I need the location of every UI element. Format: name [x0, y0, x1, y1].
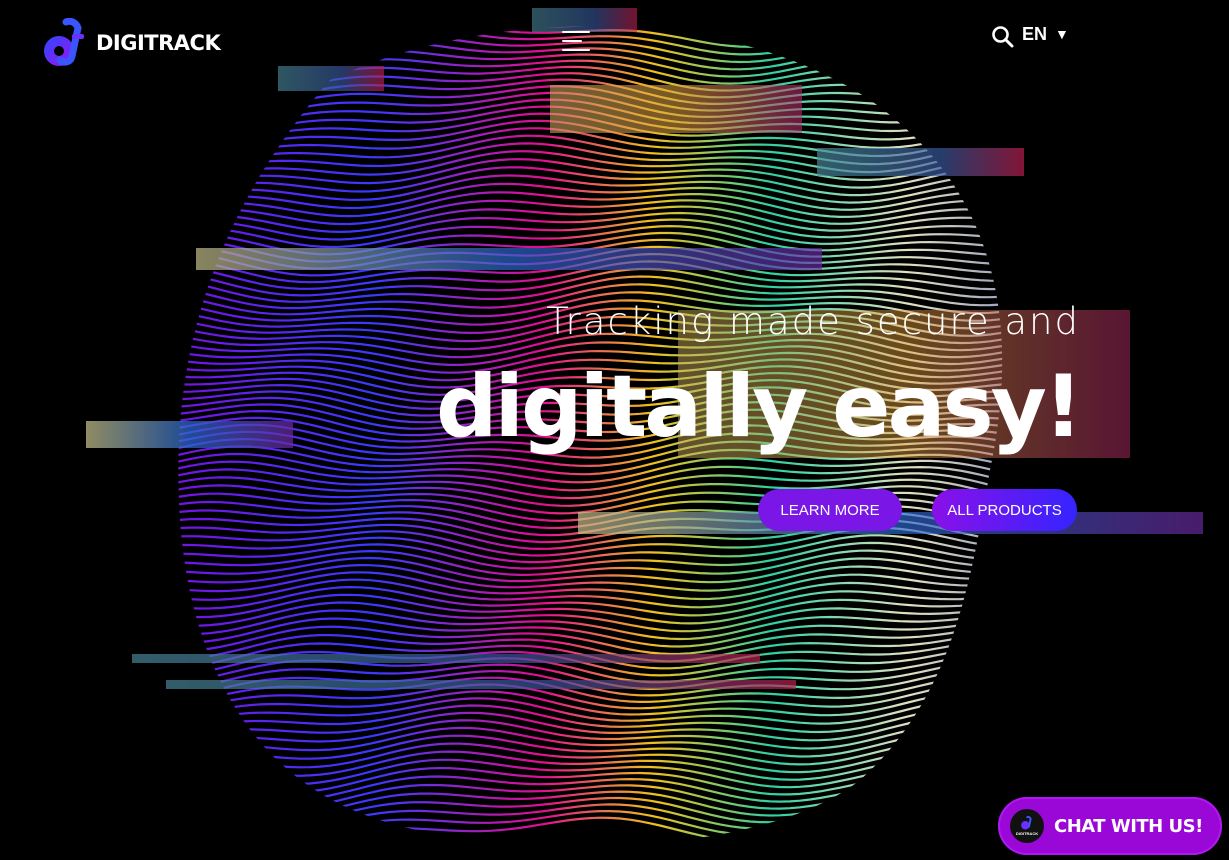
all-products-button[interactable]: ALL PRODUCTS	[932, 489, 1077, 531]
digitrack-logo-icon	[1021, 816, 1032, 830]
brand-logo[interactable]: DIGITRACK	[42, 18, 221, 68]
chat-avatar-brand: DIGITRACK	[1015, 831, 1039, 836]
learn-more-button[interactable]: LEARN MORE	[758, 489, 902, 531]
caret-down-icon: ▼	[1055, 26, 1069, 42]
language-selector[interactable]: EN ▼	[1022, 22, 1069, 46]
top-navigation-bar: DIGITRACK EN ▼	[0, 0, 1229, 90]
search-icon[interactable]	[990, 24, 1016, 50]
chat-with-us-button[interactable]: DIGITRACK CHAT WITH US!	[998, 797, 1222, 855]
hamburger-menu-icon[interactable]	[560, 28, 592, 54]
digitrack-logo-icon	[44, 18, 84, 66]
hero-headline: digitally easy!	[435, 357, 1083, 457]
language-value: EN	[1022, 23, 1048, 44]
hero-subheadline: Tracking made secure and	[546, 300, 1080, 343]
brand-name: DIGITRACK	[96, 31, 221, 55]
chat-avatar: DIGITRACK	[1010, 809, 1044, 843]
chat-label: CHAT WITH US!	[1054, 815, 1203, 837]
